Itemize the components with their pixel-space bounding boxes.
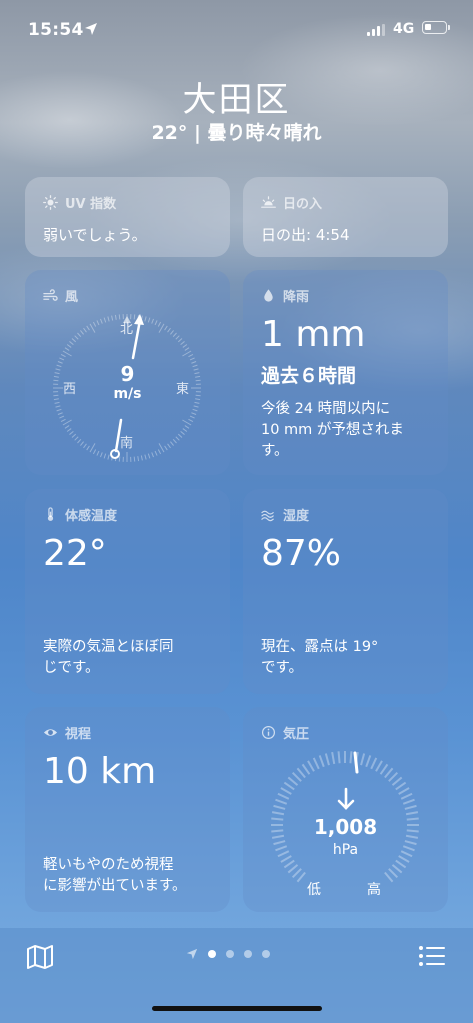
visibility-title: 視程: [65, 727, 92, 742]
signal-icon: [367, 24, 385, 36]
humidity-header: 湿度: [261, 505, 309, 524]
status-time: 15:54: [28, 20, 84, 40]
pressure-low-label: 低: [307, 882, 321, 898]
status-bar: 15:54 4G: [0, 0, 473, 54]
rain-title: 降雨: [283, 290, 310, 305]
pressure-card[interactable]: 気圧 1,008 hPa 低 高: [243, 707, 448, 912]
rain-value: 1 mm: [261, 314, 366, 355]
rain-card[interactable]: 降雨 1 mm 過去６時間 今後 24 時間以内に 10 mm が予想されま す…: [243, 270, 448, 475]
humidity-card[interactable]: 湿度 87% 現在、露点は 19° です。: [243, 489, 448, 694]
uv-title: UV 指数: [65, 197, 117, 212]
feels-like-card[interactable]: 体感温度 22° 実際の気温とほぼ同 じです。: [25, 489, 230, 694]
visibility-desc-line1: 軽いもやのため視程: [43, 857, 174, 873]
page-dot-4[interactable]: [262, 950, 270, 958]
battery-icon: [422, 21, 450, 34]
sun-icon: [43, 195, 58, 210]
gauge-icon: [261, 725, 276, 740]
sunset-header: 日の入: [261, 193, 322, 212]
rain-forecast: 今後 24 時間以内に 10 mm が予想されま す。: [261, 399, 434, 462]
wind-card[interactable]: 風 北 東 南 西 9 m/s: [25, 270, 230, 475]
thermometer-icon: [47, 507, 54, 521]
humidity-value: 87%: [261, 533, 342, 574]
map-icon[interactable]: [26, 944, 54, 970]
visibility-desc: 軽いもやのため視程 に影響が出ています。: [43, 855, 216, 897]
humidity-desc-line1: 現在、露点は 19°: [261, 639, 379, 655]
wind-unit: m/s: [113, 386, 142, 402]
list-icon[interactable]: [418, 944, 446, 968]
weather-summary: 22° | 曇り時々晴れ: [151, 122, 322, 144]
page-dot-3[interactable]: [244, 950, 252, 958]
sunset-icon: [261, 196, 276, 208]
wind-speed: 9: [120, 362, 135, 386]
uv-text: 弱いでしょう。: [43, 226, 147, 244]
feels-like-title: 体感温度: [65, 509, 118, 524]
uv-header: UV 指数: [43, 193, 116, 212]
wind-icon: [43, 289, 58, 301]
humidity-title: 湿度: [283, 509, 310, 524]
feels-like-desc-line1: 実際の気温とほぼ同: [43, 639, 174, 655]
wind-title: 風: [65, 290, 79, 305]
pressure-value: 1,008: [313, 815, 378, 839]
rain-period: 過去６時間: [261, 365, 357, 387]
wind-header: 風: [43, 286, 78, 305]
home-indicator: [152, 1006, 322, 1011]
pressure-unit: hPa: [332, 842, 359, 858]
feels-like-value: 22°: [43, 533, 107, 574]
sunset-card[interactable]: 日の入 日の出: 4:54: [243, 177, 448, 257]
pressure-high-label: 高: [367, 882, 381, 898]
city-name: 大田区: [182, 80, 291, 120]
arrow-down-icon: [337, 787, 355, 810]
humidity-icon: [261, 510, 274, 522]
visibility-desc-line2: に影響が出ています。: [43, 878, 187, 894]
rain-forecast-line1: 今後 24 時間以内に: [261, 401, 391, 417]
eye-icon: [43, 729, 58, 736]
feels-like-desc-line2: じです。: [43, 660, 100, 676]
raindrop-icon: [264, 289, 273, 302]
sunset-title: 日の入: [283, 197, 323, 212]
pressure-header: 気圧: [261, 723, 309, 742]
rain-forecast-line2: 10 mm が予想されま: [261, 422, 404, 438]
location-arrow-icon: [186, 948, 198, 960]
sunrise-text: 日の出: 4:54: [261, 226, 350, 244]
humidity-desc-line2: です。: [261, 660, 304, 676]
pressure-title: 気圧: [283, 727, 310, 742]
humidity-desc: 現在、露点は 19° です。: [261, 637, 434, 679]
page-indicator[interactable]: [186, 948, 270, 960]
location-arrow-icon: [85, 23, 97, 35]
visibility-value: 10 km: [43, 751, 157, 792]
network-type: 4G: [393, 21, 415, 37]
visibility-header: 視程: [43, 723, 91, 742]
page-dot-2[interactable]: [226, 950, 234, 958]
visibility-card[interactable]: 視程 10 km 軽いもやのため視程 に影響が出ています。: [25, 707, 230, 912]
rain-header: 降雨: [261, 286, 309, 305]
rain-forecast-line3: す。: [261, 443, 289, 459]
page-dot-1[interactable]: [208, 950, 216, 958]
feels-like-desc: 実際の気温とほぼ同 じです。: [43, 637, 216, 679]
uv-card[interactable]: UV 指数 弱いでしょう。: [25, 177, 230, 257]
feels-like-header: 体感温度: [43, 505, 117, 524]
